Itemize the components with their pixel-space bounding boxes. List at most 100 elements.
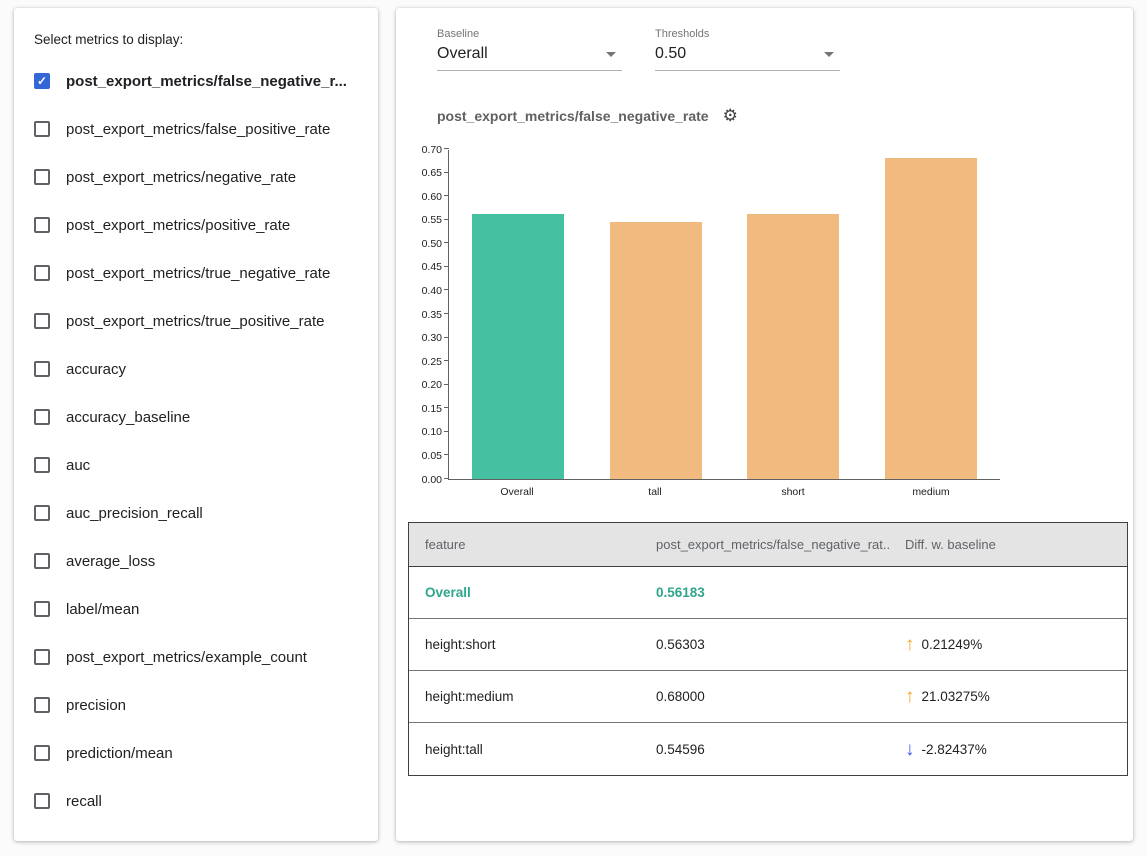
y-tick-mark [444, 454, 449, 455]
table-row: height:medium0.68000↑21.03275% [409, 671, 1127, 723]
y-tick-mark [444, 431, 449, 432]
table-row: Overall0.56183 [409, 567, 1127, 619]
metric-list-item[interactable]: prediction/mean [34, 729, 360, 777]
table-header-row: feature post_export_metrics/false_negati… [409, 523, 1127, 567]
metric-list-item[interactable]: accuracy [34, 345, 360, 393]
y-tick-label: 0.50 [422, 239, 442, 250]
baseline-selected-value: Overall [437, 45, 488, 63]
table-body: Overall0.56183height:short0.56303↑0.2124… [409, 567, 1127, 775]
checkbox-unchecked-icon[interactable] [34, 409, 50, 425]
diff-percentage: 0.21249% [922, 637, 983, 652]
checkbox-unchecked-icon[interactable] [34, 361, 50, 377]
checkbox-unchecked-icon[interactable] [34, 313, 50, 329]
cell-diff: ↓ -2.82437% [891, 740, 1127, 759]
metric-list-item[interactable]: label/mean [34, 585, 360, 633]
metric-results-panel: Baseline Overall Thresholds 0.50 post_ex… [396, 8, 1133, 841]
bar-chart: 0.000.050.100.150.200.250.300.350.400.45… [404, 150, 1104, 508]
thresholds-selected-value: 0.50 [655, 45, 686, 63]
x-tick-label: medium [862, 486, 1000, 498]
checkbox-unchecked-icon[interactable] [34, 457, 50, 473]
metric-list-item[interactable]: ✓ post_export_metrics/false_negative_r... [34, 57, 360, 105]
metric-list-item[interactable]: auc [34, 441, 360, 489]
cell-diff: ↑ 21.03275% [891, 687, 1127, 706]
down-arrow-icon: ↓ [905, 740, 915, 759]
y-tick-mark [444, 242, 449, 243]
checkbox-unchecked-icon[interactable] [34, 697, 50, 713]
y-tick-label: 0.45 [422, 262, 442, 273]
cell-metric-value: 0.56303 [656, 637, 891, 652]
metric-list-item[interactable]: post_export_metrics/true_negative_rate [34, 249, 360, 297]
gear-icon[interactable]: ⚙ [723, 107, 738, 124]
checkbox-unchecked-icon[interactable] [34, 793, 50, 809]
y-tick-label: 0.40 [422, 286, 442, 297]
metric-list-item[interactable]: post_export_metrics/example_count [34, 633, 360, 681]
diff-percentage: 21.03275% [922, 689, 990, 704]
controls-row: Baseline Overall Thresholds 0.50 [396, 8, 1133, 71]
checkbox-unchecked-icon[interactable] [34, 649, 50, 665]
metrics-selector-panel: Select metrics to display: ✓ post_export_… [14, 8, 378, 841]
chart-header: post_export_metrics/false_negative_rate … [396, 71, 1133, 124]
metric-list-item[interactable]: average_loss [34, 537, 360, 585]
metric-label: auc [66, 457, 90, 474]
y-tick-mark [444, 172, 449, 173]
checkbox-unchecked-icon[interactable] [34, 121, 50, 137]
cell-feature: height:medium [409, 689, 656, 704]
thresholds-select[interactable]: 0.50 [655, 43, 840, 71]
cell-feature: height:short [409, 637, 656, 652]
chart-title: post_export_metrics/false_negative_rate [437, 108, 709, 124]
y-tick-label: 0.10 [422, 427, 442, 438]
column-header-metric: post_export_metrics/false_negative_rat..… [656, 537, 891, 552]
checkbox-checked-icon[interactable]: ✓ [34, 73, 50, 89]
checkbox-unchecked-icon[interactable] [34, 217, 50, 233]
metric-label: post_export_metrics/true_positive_rate [66, 313, 324, 330]
fairness-indicators-app: Select metrics to display: ✓ post_export_… [0, 0, 1147, 856]
metric-label: post_export_metrics/true_negative_rate [66, 265, 330, 282]
metric-list-item[interactable]: post_export_metrics/positive_rate [34, 201, 360, 249]
cell-feature: height:tall [409, 742, 656, 757]
x-axis-labels: Overalltallshortmedium [448, 486, 1000, 498]
x-tick-label: short [724, 486, 862, 498]
y-tick-label: 0.30 [422, 333, 442, 344]
metric-list-item[interactable]: post_export_metrics/false_positive_rate [34, 105, 360, 153]
chart-bar-overall [472, 214, 564, 479]
metric-list-item[interactable]: precision [34, 681, 360, 729]
chart-bar-medium [885, 158, 977, 479]
metric-list-item[interactable]: post_export_metrics/negative_rate [34, 153, 360, 201]
checkbox-unchecked-icon[interactable] [34, 601, 50, 617]
thresholds-label: Thresholds [655, 28, 840, 40]
checkbox-unchecked-icon[interactable] [34, 553, 50, 569]
metrics-table: feature post_export_metrics/false_negati… [408, 522, 1128, 776]
chevron-down-icon [606, 52, 616, 57]
y-tick-label: 0.65 [422, 168, 442, 179]
metric-label: precision [66, 697, 126, 714]
metric-label: recall [66, 793, 102, 810]
y-tick-mark [444, 313, 449, 314]
thresholds-control: Thresholds 0.50 [655, 28, 840, 71]
y-tick-mark [444, 148, 449, 149]
y-tick-label: 0.35 [422, 310, 442, 321]
y-tick-label: 0.60 [422, 192, 442, 203]
metric-label: accuracy [66, 361, 126, 378]
metric-list-item[interactable]: post_export_metrics/true_positive_rate [34, 297, 360, 345]
metric-label: post_export_metrics/false_negative_r... [66, 73, 347, 90]
metric-label: average_loss [66, 553, 155, 570]
cell-diff: ↑0.21249% [891, 635, 1127, 654]
y-tick-mark [444, 337, 449, 338]
checkbox-unchecked-icon[interactable] [34, 169, 50, 185]
checkbox-unchecked-icon[interactable] [34, 745, 50, 761]
up-arrow-icon: ↑ [905, 687, 915, 706]
metric-list-item[interactable]: auc_precision_recall [34, 489, 360, 537]
metrics-panel-title: Select metrics to display: [34, 32, 360, 47]
checkbox-unchecked-icon[interactable] [34, 265, 50, 281]
plot-area [448, 150, 1000, 480]
y-tick-mark [444, 407, 449, 408]
metric-list-item[interactable]: accuracy_baseline [34, 393, 360, 441]
diff-percentage: -2.82437% [922, 742, 987, 757]
chart-bar-short [747, 214, 839, 479]
y-tick-mark [444, 195, 449, 196]
y-tick-mark [444, 384, 449, 385]
metric-list-item[interactable]: recall [34, 777, 360, 825]
table-row: height:short0.56303↑0.21249% [409, 619, 1127, 671]
baseline-select[interactable]: Overall [437, 43, 622, 71]
checkbox-unchecked-icon[interactable] [34, 505, 50, 521]
